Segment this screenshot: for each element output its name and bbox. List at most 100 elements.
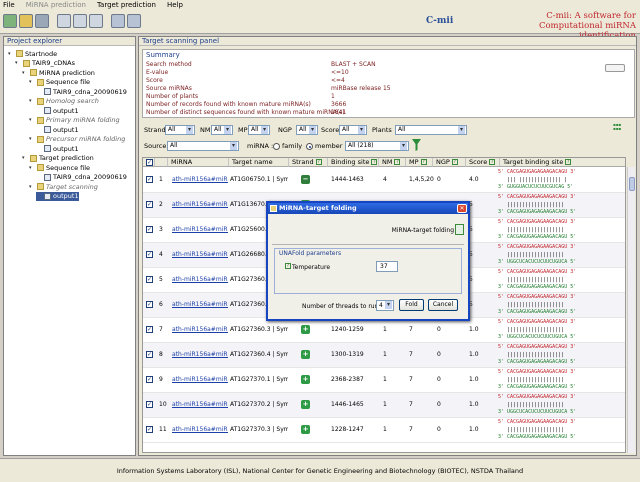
column-header[interactable]: NGP? [433,158,466,167]
import-icon[interactable] [89,14,103,28]
tree-node[interactable]: output1 [36,191,79,201]
expand-toggle-icon[interactable]: ▾ [29,136,35,142]
column-header[interactable]: MP? [406,158,433,167]
tree-node[interactable]: ▾ Precursor miRNA folding [29,135,125,144]
tree-node[interactable]: ▾ MiRNA prediction [22,68,95,77]
radio-member[interactable] [306,143,313,150]
column-header[interactable] [155,158,168,167]
column-header[interactable]: Target binding site? [500,158,625,167]
filter-select[interactable]: All [339,125,367,135]
column-header[interactable]: NM? [379,158,406,167]
row-checkbox[interactable]: ✓ [146,376,153,383]
mirna-link[interactable]: ath-miR156a#miRBa [172,301,228,309]
column-header[interactable]: MiRNA [168,158,229,167]
temperature-input[interactable]: 37 [376,261,398,272]
tree-node[interactable]: ▾ Target prediction [22,154,94,163]
table-row[interactable]: ✓ 8 ath-miR156a#miRBaAT1G27360.4 | Sym... +… [143,343,625,368]
mirna-link[interactable]: ath-miR156a#miRBa [172,376,228,384]
export-table-icon[interactable]: ▪▪▪ ▪▪▪ [613,123,631,133]
open-project-icon[interactable] [19,14,33,28]
mirna-link[interactable]: ath-miR156a#miRBa [172,401,228,409]
filter-select[interactable]: All [165,125,195,135]
threads-select[interactable]: 4 [376,300,394,311]
save-icon[interactable] [35,14,49,28]
row-checkbox[interactable]: ✓ [146,401,153,408]
radio-family[interactable] [273,143,280,150]
expand-toggle-icon[interactable]: ▾ [15,60,21,66]
row-checkbox[interactable]: ✓ [146,301,153,308]
column-header[interactable]: Score? [466,158,500,167]
mirna-link[interactable]: ath-miR156a#miRBa [172,176,228,184]
expand-toggle-icon[interactable]: ▾ [22,155,28,161]
tree-node[interactable]: output1 [36,144,79,153]
row-checkbox[interactable]: ✓ [146,276,153,283]
column-header[interactable]: Strand? [289,158,328,167]
summary-collapse-button[interactable] [605,64,625,72]
new-project-icon[interactable] [3,14,17,28]
scrollbar-thumb[interactable] [629,177,635,191]
mirna-link[interactable]: ath-miR156a#miRBa [172,276,228,284]
mirna-link[interactable]: ath-miR156a#miRBa [172,326,228,334]
mirna-link[interactable]: ath-miR156a#miRBa [172,426,228,434]
mirna-link[interactable]: ath-miR156a#miRBa [172,226,228,234]
menu-target-prediction[interactable]: Target prediction [97,1,156,9]
table-row[interactable]: ✓ 7 ath-miR156a#miRBaAT1G27360.3 | Sym... +… [143,318,625,343]
copy-icon[interactable] [57,14,71,28]
row-checkbox[interactable]: ✓ [146,226,153,233]
expand-toggle-icon[interactable]: ▾ [8,51,14,57]
filter-select[interactable]: All [296,125,318,135]
expand-toggle-icon[interactable]: ▾ [29,165,35,171]
expand-toggle-icon[interactable]: ▾ [29,98,35,104]
fold-button[interactable]: Fold [399,299,424,311]
table-row[interactable]: ✓ 11 ath-miR156a#miRBaAT1G27370.3 | Sym...… [143,418,625,443]
select-all-checkbox[interactable]: ✓ [146,159,153,166]
table-row[interactable]: ✓10ath-miR156a#miRBaAT1G27370.2 | Sym...… [143,393,625,418]
tree-node[interactable]: output1 [36,125,79,134]
row-checkbox[interactable]: ✓ [146,426,153,433]
tree-node[interactable]: ▾ Sequence file [29,78,90,87]
tree-node[interactable]: TAIR9_cdna_20090619 [36,173,127,182]
tools-icon[interactable] [111,14,125,28]
filter-select[interactable]: All [211,125,233,135]
row-checkbox[interactable]: ✓ [146,326,153,333]
help-icon[interactable]: ? [315,159,322,165]
help-icon[interactable]: ? [285,263,291,269]
row-checkbox[interactable]: ✓ [146,176,153,183]
tree-node[interactable]: output1 [36,106,79,115]
tree-node[interactable]: ▾ Sequence file [29,163,90,172]
tree-node[interactable]: ▾ TAIR9_cDNAs [15,59,75,68]
expand-toggle-icon[interactable]: ▾ [29,184,35,190]
table-row[interactable]: ✓ 9 ath-miR156a#miRBaAT1G27370.1 | Sym... +… [143,368,625,393]
table-row[interactable]: ✓ 1 ath-miR156a#miRBaAT1G06750.1 | Sym... −… [143,168,625,193]
row-checkbox[interactable]: ✓ [146,351,153,358]
mirna-link[interactable]: ath-miR156a#miRBa [172,201,228,209]
expand-toggle-icon[interactable]: ▾ [29,117,35,123]
help-icon[interactable]: ? [565,159,572,165]
row-checkbox[interactable]: ✓ [146,201,153,208]
row-checkbox[interactable]: ✓ [146,251,153,258]
table-scrollbar[interactable] [627,167,635,453]
tree-node[interactable]: ▾ Primary miRNA folding [29,116,120,125]
column-header[interactable]: Binding site? [328,158,379,167]
close-icon[interactable]: ✕ [457,204,467,213]
export-icon[interactable] [73,14,87,28]
mirna-link[interactable]: ath-miR156a#miRBa [172,251,228,259]
help-icon[interactable]: ? [394,159,401,165]
source-select[interactable]: All [167,141,239,151]
cancel-button[interactable]: Cancel [428,299,458,311]
column-header[interactable]: Target name [229,158,289,167]
menu-file[interactable]: File [3,1,15,9]
tree-node[interactable]: TAIR9_cdna_20090619 [36,87,127,96]
tree-node[interactable]: ▾ Target scanning [29,182,98,191]
expand-toggle-icon[interactable]: ▾ [29,79,35,85]
help-icon[interactable]: ? [489,159,496,165]
help-icon[interactable]: ? [420,159,427,165]
expand-toggle-icon[interactable]: ▾ [22,70,28,76]
windows-icon[interactable] [127,14,141,28]
member-select[interactable]: All (218) [345,141,409,151]
filter-select[interactable]: All [248,125,270,135]
filter-select[interactable]: All [395,125,467,135]
tree-node[interactable]: ▾ Homolog search [29,97,99,106]
tree-node[interactable]: ▾ Startnode [8,49,57,58]
filter-icon[interactable] [412,139,421,151]
